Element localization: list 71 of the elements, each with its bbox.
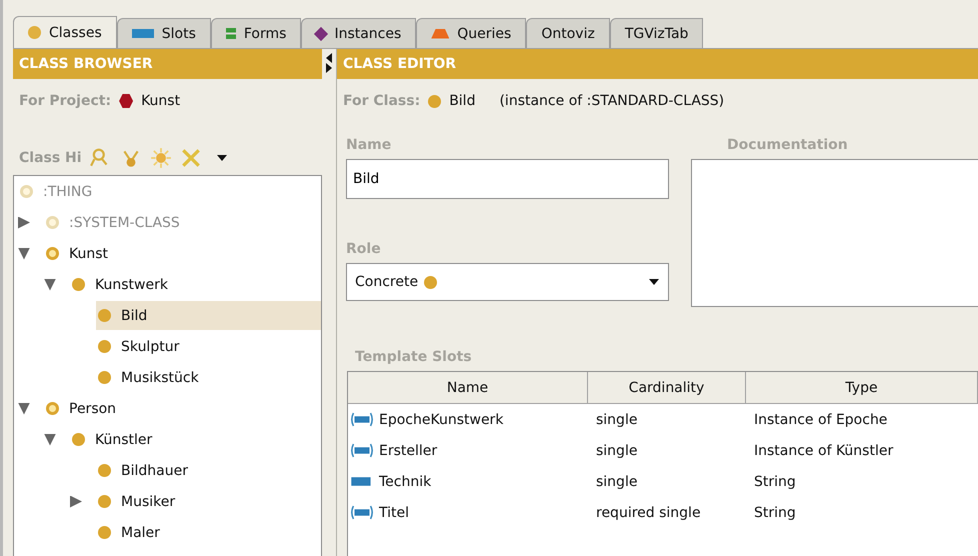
- table-cell-text: single: [595, 442, 638, 460]
- class-icon: [98, 309, 111, 322]
- class-icon: [98, 340, 111, 353]
- documentation-label: Documentation: [726, 137, 849, 155]
- slot-icon: [132, 29, 154, 38]
- table-cell-text: single: [595, 472, 638, 492]
- table-cell-text: Instance of Epoche: [753, 410, 888, 430]
- class-icon: [46, 247, 59, 260]
- class-name: Bild: [449, 93, 476, 109]
- tab[interactable]: Slots: [116, 18, 211, 48]
- documentation-field[interactable]: [691, 159, 978, 307]
- panel-header: CLASS EDITOR: [337, 49, 978, 79]
- table-cell: Ersteller: [348, 435, 588, 466]
- tab[interactable]: Ontoviz: [526, 18, 610, 48]
- class-icon: [428, 94, 442, 108]
- template-slots-label: Template Slots: [354, 349, 473, 367]
- class-label: For Class:: [343, 93, 420, 109]
- column-header[interactable]: Cardinality: [588, 372, 746, 404]
- class-icon: [98, 371, 111, 384]
- tree-item[interactable]: Kunst: [44, 239, 321, 268]
- instance-of-text: (instance of :STANDARD-CLASS): [499, 93, 724, 109]
- hierarchy-label: Class Hi: [19, 150, 82, 166]
- project-label: For Project:: [19, 93, 112, 109]
- tree-item[interactable]: Musiker: [96, 487, 321, 516]
- tree-item[interactable]: Bildhauer: [96, 456, 321, 485]
- tab[interactable]: Instances: [301, 18, 416, 48]
- splitter-arrows-icon[interactable]: [325, 53, 333, 73]
- class-icon: [46, 216, 59, 229]
- tab[interactable]: Classes: [13, 16, 117, 48]
- dropdown-arrow-icon[interactable]: [216, 154, 228, 162]
- table-cell-text: Instance of Künstler: [753, 442, 894, 460]
- caret-icon: [648, 278, 660, 286]
- circle-icon: [28, 26, 41, 39]
- class-icon: [72, 278, 85, 291]
- tree-item[interactable]: Bild: [96, 301, 321, 330]
- tree-item[interactable]: Maler: [96, 518, 321, 547]
- class-icon: [72, 433, 85, 446]
- tab[interactable]: Queries: [416, 18, 526, 48]
- table-cell-text: String: [753, 504, 797, 522]
- class-icon: [424, 276, 438, 288]
- tab[interactable]: TGVizTab: [610, 18, 704, 48]
- role-dropdown[interactable]: Concrete: [346, 263, 669, 301]
- class-icon: [46, 402, 59, 415]
- table-cell-text: single: [595, 410, 638, 430]
- table-cell-text: required single: [595, 504, 702, 522]
- role-label: Role: [346, 241, 382, 259]
- tree-item[interactable]: Künstler: [70, 425, 321, 454]
- multi-slot-icon: [350, 443, 374, 458]
- trapezoid-icon: [431, 28, 450, 38]
- column-header[interactable]: Type: [746, 372, 978, 404]
- tree-item[interactable]: Musikstück: [96, 363, 321, 392]
- tree-item[interactable]: Skulptur: [96, 332, 321, 361]
- class-icon: [98, 464, 111, 477]
- multi-slot-icon: [350, 505, 374, 520]
- name-label: Name: [346, 137, 392, 155]
- multi-slot-icon: [350, 412, 374, 427]
- table-cell: Titel: [348, 497, 588, 528]
- panel-header: CLASS BROWSER: [13, 49, 322, 79]
- tree-item[interactable]: Kunstwerk: [70, 270, 321, 299]
- table-cell-text: String: [753, 472, 797, 492]
- class-icon: [98, 495, 111, 508]
- form-icon: [226, 28, 236, 39]
- table-cell: Technik: [348, 466, 588, 497]
- tree-item[interactable]: Person: [44, 394, 321, 423]
- name-field[interactable]: Bild: [346, 159, 669, 199]
- table-cell: EpocheKunstwerk: [348, 404, 588, 435]
- tab[interactable]: Forms: [210, 18, 302, 48]
- class-icon: [98, 526, 111, 539]
- class-icon: [20, 185, 33, 198]
- column-header[interactable]: Name: [348, 372, 588, 404]
- project-name: Kunst: [141, 93, 180, 109]
